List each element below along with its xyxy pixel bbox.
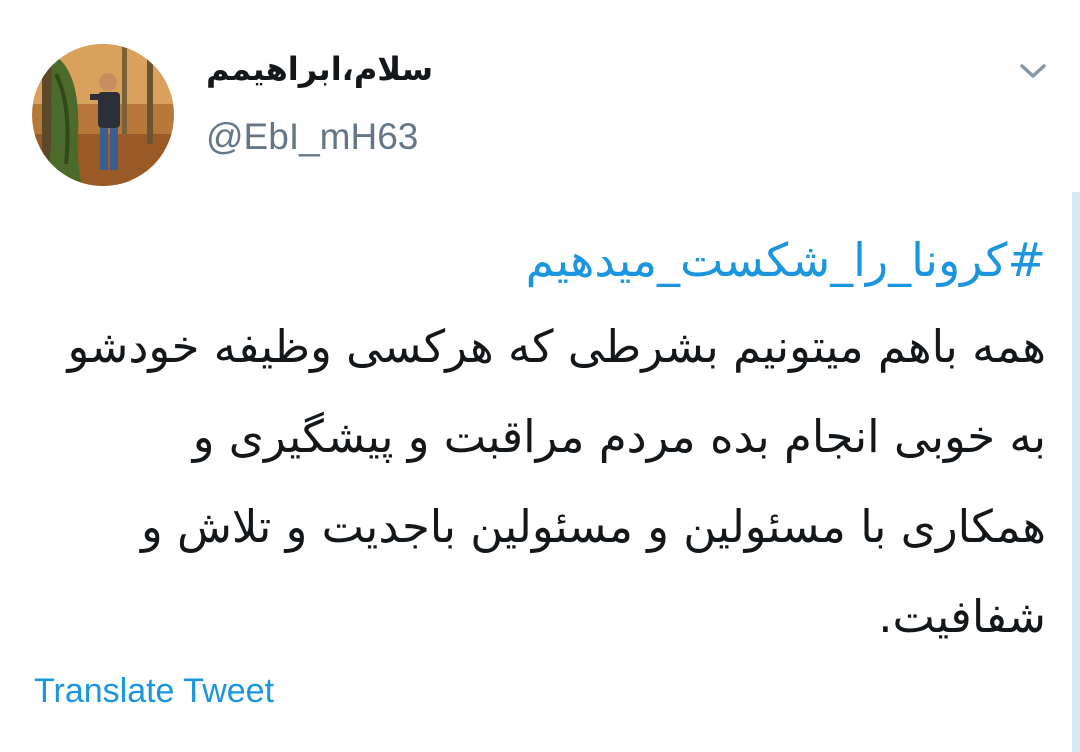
scroll-edge bbox=[1072, 192, 1080, 752]
hashtag-link[interactable]: #کرونا_را_شکست_میدهیم bbox=[56, 218, 1046, 302]
avatar[interactable] bbox=[32, 44, 174, 186]
chevron-down-icon[interactable] bbox=[1016, 56, 1050, 84]
avatar-photo bbox=[32, 44, 174, 186]
translate-tweet-link[interactable]: Translate Tweet bbox=[34, 672, 274, 711]
display-name[interactable]: سلام،ابراهیمم bbox=[206, 50, 433, 88]
tweet-body: #کرونا_را_شکست_میدهیم همه باهم میتونیم ب… bbox=[56, 218, 1046, 662]
user-handle[interactable]: @EbI_mH63 bbox=[206, 116, 418, 158]
tweet-text: همه باهم میتونیم بشرطی که هرکسی وظیفه خو… bbox=[67, 320, 1046, 643]
